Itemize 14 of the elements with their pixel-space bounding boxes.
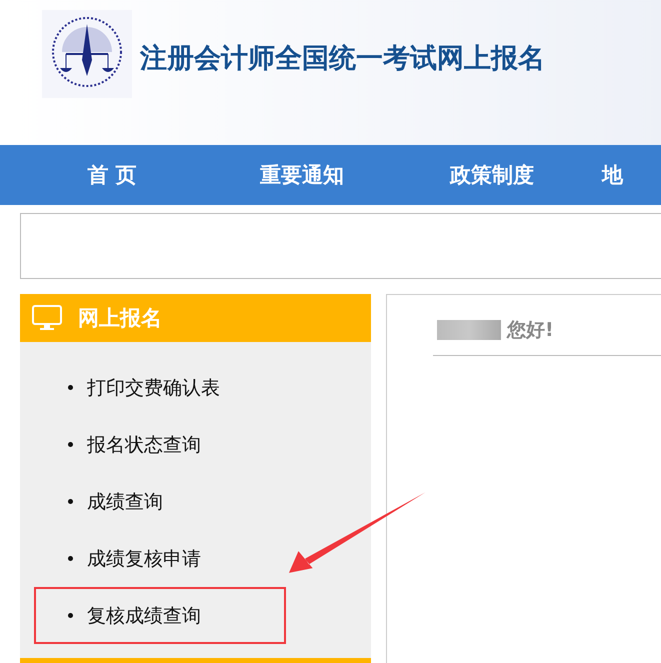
redacted-name xyxy=(437,320,501,340)
greeting-text: 您好! xyxy=(507,318,554,343)
sidebar-title: 网上报名 xyxy=(78,305,162,332)
menu-item[interactable]: 复核成绩查询 xyxy=(34,587,286,644)
menu-item[interactable]: 成绩复核申请 xyxy=(34,530,286,587)
nav-link[interactable]: 政策制度 xyxy=(397,145,587,205)
menu-item[interactable]: 报名状态查询 xyxy=(34,416,286,473)
nav-link[interactable]: 地 xyxy=(602,145,623,205)
menu-item[interactable]: 成绩查询 xyxy=(34,473,286,530)
site-title: 注册会计师全国统一考试网上报名 xyxy=(140,42,545,76)
nav-link[interactable]: 首 页 xyxy=(17,145,207,205)
menu-item[interactable]: 打印交费确认表 xyxy=(34,359,286,416)
nav-link[interactable]: 重要通知 xyxy=(207,145,397,205)
monitor-icon xyxy=(32,305,62,331)
